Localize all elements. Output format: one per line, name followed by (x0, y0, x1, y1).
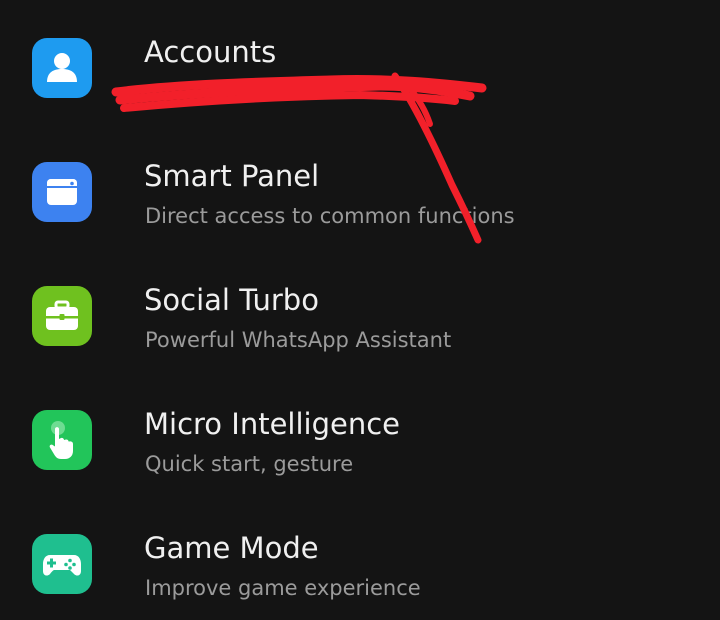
item-subtitle: Powerful WhatsApp Assistant (145, 328, 452, 352)
item-subtitle: Improve game experience (145, 576, 421, 600)
item-title: Smart Panel (144, 159, 320, 193)
account-icon (32, 38, 92, 98)
smart-panel-icon (32, 162, 92, 222)
gamepad-icon (32, 534, 92, 594)
settings-item-accounts[interactable]: Accounts (0, 0, 720, 124)
settings-list: Accounts Smart Panel Direct access to co… (0, 0, 720, 602)
item-title: Accounts (144, 35, 277, 69)
item-subtitle: Quick start, gesture (145, 452, 354, 476)
item-subtitle: Direct access to common functions (145, 204, 515, 228)
settings-item-social-turbo[interactable]: Social Turbo Powerful WhatsApp Assistant (0, 248, 720, 372)
settings-item-micro-intelligence[interactable]: Micro Intelligence Quick start, gesture (0, 372, 720, 496)
settings-item-smart-panel[interactable]: Smart Panel Direct access to common func… (0, 124, 720, 248)
item-title: Game Mode (144, 531, 319, 565)
hand-gesture-icon (32, 410, 92, 470)
briefcase-icon (32, 286, 92, 346)
settings-item-game-mode[interactable]: Game Mode Improve game experience (0, 496, 720, 620)
item-title: Social Turbo (144, 283, 319, 317)
item-title: Micro Intelligence (144, 407, 401, 441)
